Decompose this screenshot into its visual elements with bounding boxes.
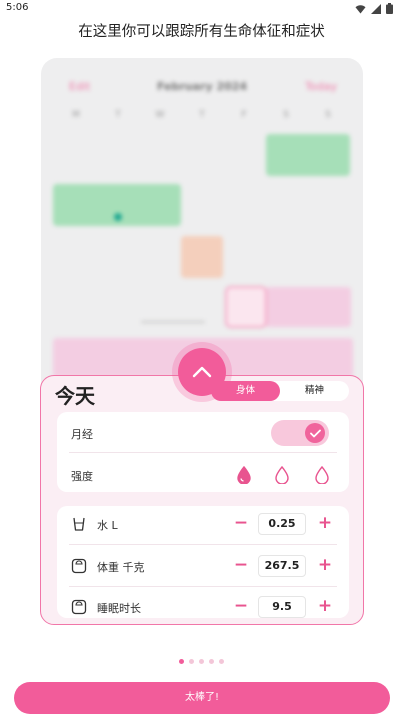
period-label: 月经 [71, 428, 93, 441]
metric-label-weight: 体重 千克 [97, 561, 145, 574]
drop-filled-icon[interactable] [237, 466, 251, 484]
drop-outline-icon[interactable] [315, 466, 329, 484]
expand-panel-button[interactable] [178, 348, 226, 396]
metric-label-sleep: 睡眠时长 [97, 602, 141, 615]
ovulation-day-cell [181, 236, 223, 278]
status-time: 5:06 [6, 2, 29, 13]
page-headline: 在这里你可以跟踪所有生命体征和症状 [78, 24, 325, 40]
metric-label-water: 水 L [97, 519, 118, 532]
increment-water-button[interactable]: + [315, 514, 335, 534]
wifi-icon [355, 4, 366, 13]
decrement-weight-button[interactable]: − [231, 556, 251, 576]
weekday-label: M [72, 110, 80, 120]
pager-dot [199, 659, 204, 664]
pager-dot [219, 659, 224, 664]
intensity-label: 强度 [71, 470, 93, 483]
calendar-today-link: Today [305, 80, 337, 93]
pager-dot [209, 659, 214, 664]
weekday-label: S [325, 110, 331, 120]
scale-icon [71, 599, 87, 615]
calendar-blurred-content: Edit February 2024 Today M T W T F S S [41, 58, 363, 398]
fertile-window-band [266, 134, 350, 176]
selected-day-cell [225, 286, 267, 328]
water-value-field[interactable]: 0.25 [258, 513, 306, 535]
ovulation-dot [114, 213, 122, 221]
period-band [265, 287, 351, 327]
pager-dot [189, 659, 194, 664]
weekday-label: F [241, 110, 247, 120]
weekday-label: S [283, 110, 289, 120]
onboarding-pager [0, 659, 403, 664]
weight-value-field[interactable]: 267.5 [258, 555, 306, 577]
panel-title: 今天 [55, 384, 95, 408]
decrement-water-button[interactable]: − [231, 514, 251, 534]
check-icon [309, 429, 321, 437]
metrics-card: 水 L − 0.25 + 体重 千克 − 267.5 + 睡眠时长 − 9.5 … [57, 506, 349, 618]
divider [69, 452, 337, 453]
increment-sleep-button[interactable]: + [315, 597, 335, 617]
today-tracking-panel: 今天 身体 精神 月经 强度 水 L − 0.25 + 体重 千克 − 267.… [40, 375, 364, 625]
battery-icon [386, 3, 393, 14]
divider [69, 586, 337, 587]
chevron-up-icon [192, 366, 212, 378]
continue-button[interactable]: 太棒了! [14, 682, 390, 714]
decrement-sleep-button[interactable]: − [231, 597, 251, 617]
calendar-divider [141, 321, 205, 323]
scale-icon [71, 558, 87, 574]
drop-outline-icon[interactable] [275, 466, 289, 484]
weekday-label: T [115, 110, 121, 120]
calendar-preview: Edit February 2024 Today M T W T F S S [41, 58, 363, 398]
pager-dot-active [179, 659, 184, 664]
calendar-weekday-row: M T W T F S S [55, 110, 349, 120]
period-toggle[interactable] [271, 420, 329, 446]
toggle-knob [305, 423, 325, 443]
weekday-label: T [199, 110, 205, 120]
weekday-label: W [155, 110, 165, 120]
status-icons [355, 3, 393, 14]
body-mind-segmented-control: 身体 精神 [211, 381, 349, 401]
increment-weight-button[interactable]: + [315, 556, 335, 576]
water-glass-icon [73, 517, 85, 531]
divider [69, 544, 337, 545]
period-card: 月经 强度 [57, 412, 349, 492]
calendar-header: Edit February 2024 Today [41, 78, 363, 98]
cellular-signal-icon [371, 3, 381, 14]
status-bar: 5:06 [0, 0, 403, 18]
sleep-value-field[interactable]: 9.5 [258, 596, 306, 618]
tab-mind[interactable]: 精神 [280, 381, 349, 401]
